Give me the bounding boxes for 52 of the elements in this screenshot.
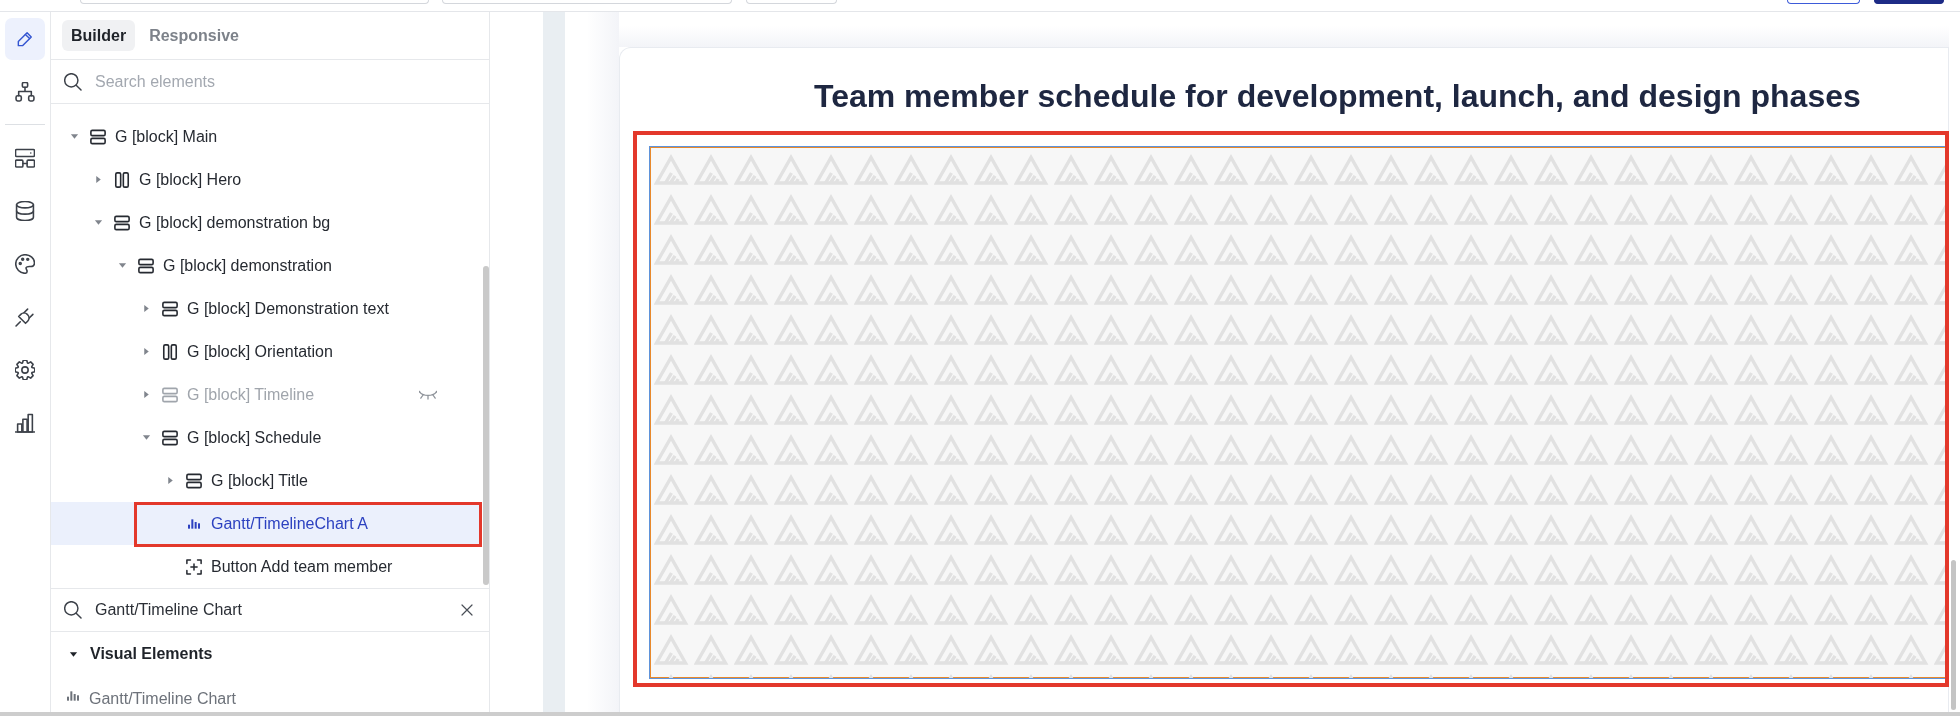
tree-item[interactable]: G [block] demonstration bg — [92, 201, 482, 244]
tree-item[interactable]: G [block] Demonstration text — [140, 287, 482, 330]
tab[interactable]: Builder — [62, 20, 136, 51]
stack-icon — [162, 300, 178, 317]
settings-icon[interactable] — [15, 359, 35, 380]
bracket-plus-icon — [186, 558, 202, 575]
toolbar-field[interactable] — [80, 0, 429, 4]
caret-right-icon[interactable] — [93, 175, 103, 184]
stack-icon — [90, 128, 106, 145]
caret-right-icon[interactable] — [141, 304, 151, 313]
tree-item[interactable]: G [block] Hero — [92, 158, 482, 201]
pencil-icon[interactable] — [5, 17, 45, 60]
bar-chart-icon[interactable] — [15, 412, 35, 433]
layout-icon[interactable] — [15, 147, 35, 168]
search-field[interactable]: Search elements — [95, 71, 489, 92]
tab[interactable]: Responsive — [140, 20, 248, 51]
stack-icon — [162, 429, 178, 446]
search-icon — [64, 601, 82, 619]
tree-item[interactable]: G [block] Orientation — [140, 330, 482, 373]
page-heading: Team member schedule for development, launch, and design phases — [813, 77, 1862, 115]
caret-down-icon[interactable] — [69, 649, 78, 659]
tree-item[interactable]: G [block] Schedule — [140, 416, 482, 459]
columns-icon — [162, 343, 178, 360]
section-header[interactable]: Visual Elements — [51, 632, 489, 676]
tree-item[interactable]: G [block] Main — [68, 115, 482, 158]
stack-icon — [114, 214, 130, 231]
tree-item[interactable]: Button Add team member — [186, 545, 482, 588]
stack-icon — [162, 386, 178, 403]
search-icon — [64, 72, 82, 91]
tree-item[interactable]: G [block] Title — [164, 459, 482, 502]
toolbar-button[interactable] — [1874, 0, 1944, 4]
bar-chart-icon — [188, 517, 200, 530]
scrollbar-thumb[interactable] — [483, 266, 489, 585]
toolbar-field[interactable] — [442, 0, 732, 4]
scrollbar-thumb[interactable] — [1951, 560, 1956, 710]
search-field[interactable]: Gantt/Timeline Chart — [95, 600, 453, 620]
sitemap-icon[interactable] — [15, 81, 35, 102]
caret-right-icon[interactable] — [165, 476, 175, 485]
caret-right-icon[interactable] — [141, 347, 151, 356]
palette-icon[interactable] — [15, 253, 35, 274]
stack-icon — [186, 472, 202, 489]
stack-icon — [138, 257, 154, 274]
toolbar-button[interactable] — [1787, 0, 1860, 4]
tree-item[interactable]: Gantt/TimelineChart A — [51, 502, 482, 545]
database-icon[interactable] — [15, 200, 35, 221]
close-icon[interactable] — [461, 604, 473, 616]
columns-icon — [114, 171, 130, 188]
plug-icon[interactable] — [15, 306, 35, 327]
tree-item[interactable]: G [block] demonstration — [116, 244, 482, 287]
bar-chart-icon — [67, 690, 79, 702]
caret-right-icon[interactable] — [141, 390, 151, 399]
library-item[interactable]: Gantt/Timeline Chart — [51, 676, 489, 710]
